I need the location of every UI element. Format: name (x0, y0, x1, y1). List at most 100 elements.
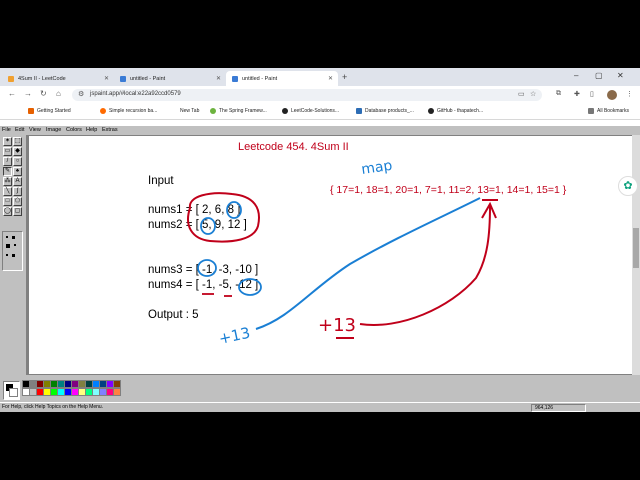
color-swatch[interactable] (113, 388, 121, 396)
browser-window: 4Sum II - LeetCode ✕ untitled - Paint ✕ … (0, 68, 640, 412)
ellipse-icon[interactable]: ◯ (3, 207, 12, 216)
paint-icon (120, 75, 126, 82)
close-icon[interactable]: ✕ (328, 75, 333, 82)
free-select-icon[interactable]: ✶ (3, 137, 12, 146)
nums2-text: nums2 = [ 5, 9, 12 ] (148, 219, 247, 231)
github-icon (282, 108, 288, 114)
tab-leetcode[interactable]: 4Sum II - LeetCode ✕ (2, 71, 114, 86)
paint-menu-bar: File Edit View Image Colors Help Extras (0, 126, 640, 135)
bookmark-label: All Bookmarks (597, 108, 629, 114)
text-icon[interactable]: A (13, 177, 22, 186)
input-label: Input (148, 175, 174, 187)
scrollbar-thumb[interactable] (633, 228, 639, 268)
address-bar[interactable]: ⚙ jspaint.app/#local:e22a92ccd0579 ▭ ☆ (72, 89, 542, 101)
tab-label: untitled - Paint (130, 75, 166, 82)
all-bookmarks[interactable]: All Bookmarks (588, 108, 629, 114)
menu-edit[interactable]: Edit (15, 127, 24, 133)
line-icon[interactable]: ╲ (3, 187, 12, 196)
dot-icon (100, 108, 106, 114)
eraser-icon[interactable]: ▭ (3, 147, 12, 156)
bookmark-item[interactable]: Getting Started (28, 108, 71, 114)
cursor-coords: 964,126 (535, 405, 554, 411)
nums1-text: nums1 = [ 2, 6, 8 ] (148, 204, 241, 216)
chatgpt-extension-icon[interactable]: ✿ (618, 176, 638, 196)
drawing-canvas[interactable] (29, 136, 632, 374)
extensions-icon[interactable]: ⧉ (556, 90, 561, 98)
sidebar-icon[interactable]: ▯ (590, 90, 594, 98)
navigation-bar: ← → ↻ ⌂ ⚙ jspaint.app/#local:e22a92ccd05… (0, 86, 640, 104)
back-icon[interactable]: ← (8, 89, 16, 98)
tab-label: 4Sum II - LeetCode (18, 75, 66, 82)
close-icon[interactable]: ✕ (104, 75, 109, 82)
pencil-icon[interactable]: ✎ (3, 167, 12, 176)
bookmark-label: Getting Started (37, 108, 71, 114)
map-contents: { 17=1, 18=1, 20=1, 7=1, 11=2, 13=1, 14=… (330, 184, 567, 196)
folder-icon (588, 108, 594, 114)
menu-view[interactable]: View (29, 127, 41, 133)
cursor-position: 964,126 (531, 404, 586, 412)
minimize-icon[interactable]: – (574, 71, 578, 80)
brush-icon[interactable]: ♠ (13, 167, 22, 176)
bookmark-label: LeetCode-Solutions... (291, 108, 340, 114)
menu-extras[interactable]: Extras (102, 127, 118, 133)
tab-paint-2[interactable]: untitled - Paint ✕ (226, 71, 338, 86)
output-text: Output : 5 (148, 309, 199, 321)
close-icon[interactable]: ✕ (216, 75, 221, 82)
bookmark-item[interactable] (566, 108, 575, 114)
background-color (9, 388, 18, 397)
db-icon (356, 108, 362, 114)
menu-colors[interactable]: Colors (66, 127, 82, 133)
rectangle-icon[interactable]: □ (3, 197, 12, 206)
color-swatch[interactable] (113, 380, 121, 388)
tool-options[interactable] (2, 231, 23, 271)
reload-icon[interactable]: ↻ (40, 89, 47, 98)
fill-icon[interactable]: ◆ (13, 147, 22, 156)
polygon-icon[interactable]: ⬠ (13, 197, 22, 206)
tab-label: untitled - Paint (242, 75, 278, 82)
cast-icon[interactable]: ▭ (518, 90, 525, 98)
leetcode-icon (8, 75, 14, 82)
bookmark-item[interactable]: The Spring Framew... (210, 108, 267, 114)
airbrush-icon[interactable]: ⁂ (3, 177, 12, 186)
firefox-icon (28, 108, 34, 114)
paint-toolbox: ✶ ⬚ ▭ ◆ / ○ ✎ ♠ ⁂ A ╲ ∫ □ ⬠ ◯ ▢ (0, 135, 27, 375)
puzzle-icon[interactable]: ✚ (574, 90, 580, 98)
bookmark-label: Simple recursion ba... (109, 108, 158, 114)
color-picker-icon[interactable]: / (3, 157, 12, 166)
status-bar: For Help, click Help Topics on the Help … (0, 402, 640, 412)
tab-paint-1[interactable]: untitled - Paint ✕ (114, 71, 226, 86)
status-help-text: For Help, click Help Topics on the Help … (2, 404, 104, 410)
menu-image[interactable]: Image (46, 127, 61, 133)
github-icon (428, 108, 434, 114)
bookmark-label: New Tab (180, 108, 200, 114)
bookmark-label: Database products_... (365, 108, 414, 114)
bookmark-item[interactable]: Simple recursion ba... (100, 108, 157, 114)
forward-icon[interactable]: → (24, 89, 32, 98)
rect-select-icon[interactable]: ⬚ (13, 137, 22, 146)
more-menu-icon[interactable]: ⋮ (626, 90, 633, 98)
new-tab-icon[interactable]: + (342, 72, 347, 82)
nums3-text: nums3 = [ -1, -3, -10 ] (148, 264, 259, 276)
close-window-icon[interactable]: ✕ (617, 71, 624, 80)
url-text: jspaint.app/#local:e22a92ccd0579 (90, 91, 181, 97)
chevron-icon (566, 108, 572, 114)
bookmark-item[interactable]: Database products_... (356, 108, 414, 114)
bookmark-item[interactable]: New Tab (180, 108, 199, 114)
bookmark-item[interactable]: GitHub - thapatech... (428, 108, 483, 114)
maximize-icon[interactable]: ▢ (595, 71, 603, 80)
paint-icon (232, 75, 238, 82)
menu-help[interactable]: Help (86, 127, 97, 133)
site-info-icon[interactable]: ⚙ (78, 90, 84, 98)
avatar[interactable] (607, 90, 617, 100)
nums4-text: nums4 = [ -1, -5, -12 ] (148, 279, 259, 291)
bookmark-star-icon[interactable]: ☆ (530, 90, 536, 98)
bookmark-item[interactable]: LeetCode-Solutions... (282, 108, 339, 114)
curve-icon[interactable]: ∫ (13, 187, 22, 196)
canvas-title: Leetcode 454. 4Sum II (238, 141, 349, 153)
tab-strip: 4Sum II - LeetCode ✕ untitled - Paint ✕ … (0, 68, 640, 86)
magnifier-icon[interactable]: ○ (13, 157, 22, 166)
home-icon[interactable]: ⌂ (56, 89, 61, 98)
rounded-rect-icon[interactable]: ▢ (13, 207, 22, 216)
spring-icon (210, 108, 216, 114)
menu-file[interactable]: File (2, 127, 11, 133)
